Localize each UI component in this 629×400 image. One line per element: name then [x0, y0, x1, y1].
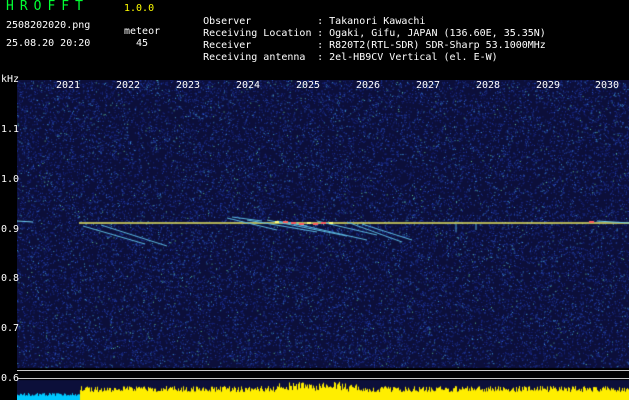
info-key: Receiving antenna	[203, 52, 306, 63]
freq-tick: 0.8	[1, 273, 20, 284]
freq-unit-label: kHz	[1, 74, 20, 85]
app-name: HROFFT	[6, 0, 89, 14]
time-label: 2022	[115, 80, 141, 91]
info-value: 2el-HB9CV Vertical (el. E-W)	[329, 52, 498, 63]
time-label: 2027	[415, 80, 441, 91]
info-sep: :	[317, 52, 324, 63]
freq-tick: 1.0	[1, 174, 20, 185]
time-label: 2030	[594, 80, 620, 91]
freq-tick: 0.7	[1, 323, 20, 334]
meteor-count: 45	[136, 38, 149, 49]
time-label: 2028	[475, 80, 501, 91]
time-label: 2024	[235, 80, 261, 91]
info-antenna: Receiving antenna:2el-HB9CV Vertical (el…	[179, 41, 498, 74]
hrofft-window: HROFFT 1.0.0 2508202020.png 25.08.20 20:…	[0, 0, 629, 400]
app-version: 1.0.0	[124, 3, 155, 14]
file-name: 2508202020.png	[6, 20, 91, 31]
freq-tick: 1.1	[1, 124, 20, 135]
time-label: 2025	[295, 80, 321, 91]
mode-label: meteor	[124, 26, 161, 37]
time-label: 2021	[55, 80, 81, 91]
spectrogram	[17, 80, 629, 400]
time-axis: 2021 2022 2023 2024 2025 2026 2027 2028 …	[0, 80, 629, 92]
time-label: 2026	[355, 80, 381, 91]
activity-lower-line	[17, 378, 629, 379]
activity-upper-line	[17, 370, 629, 371]
time-label: 2029	[535, 80, 561, 91]
freq-tick: 0.9	[1, 224, 20, 235]
spectrogram-canvas	[17, 80, 629, 400]
timestamp: 25.08.20 20:20	[6, 38, 91, 49]
time-label: 2023	[175, 80, 201, 91]
